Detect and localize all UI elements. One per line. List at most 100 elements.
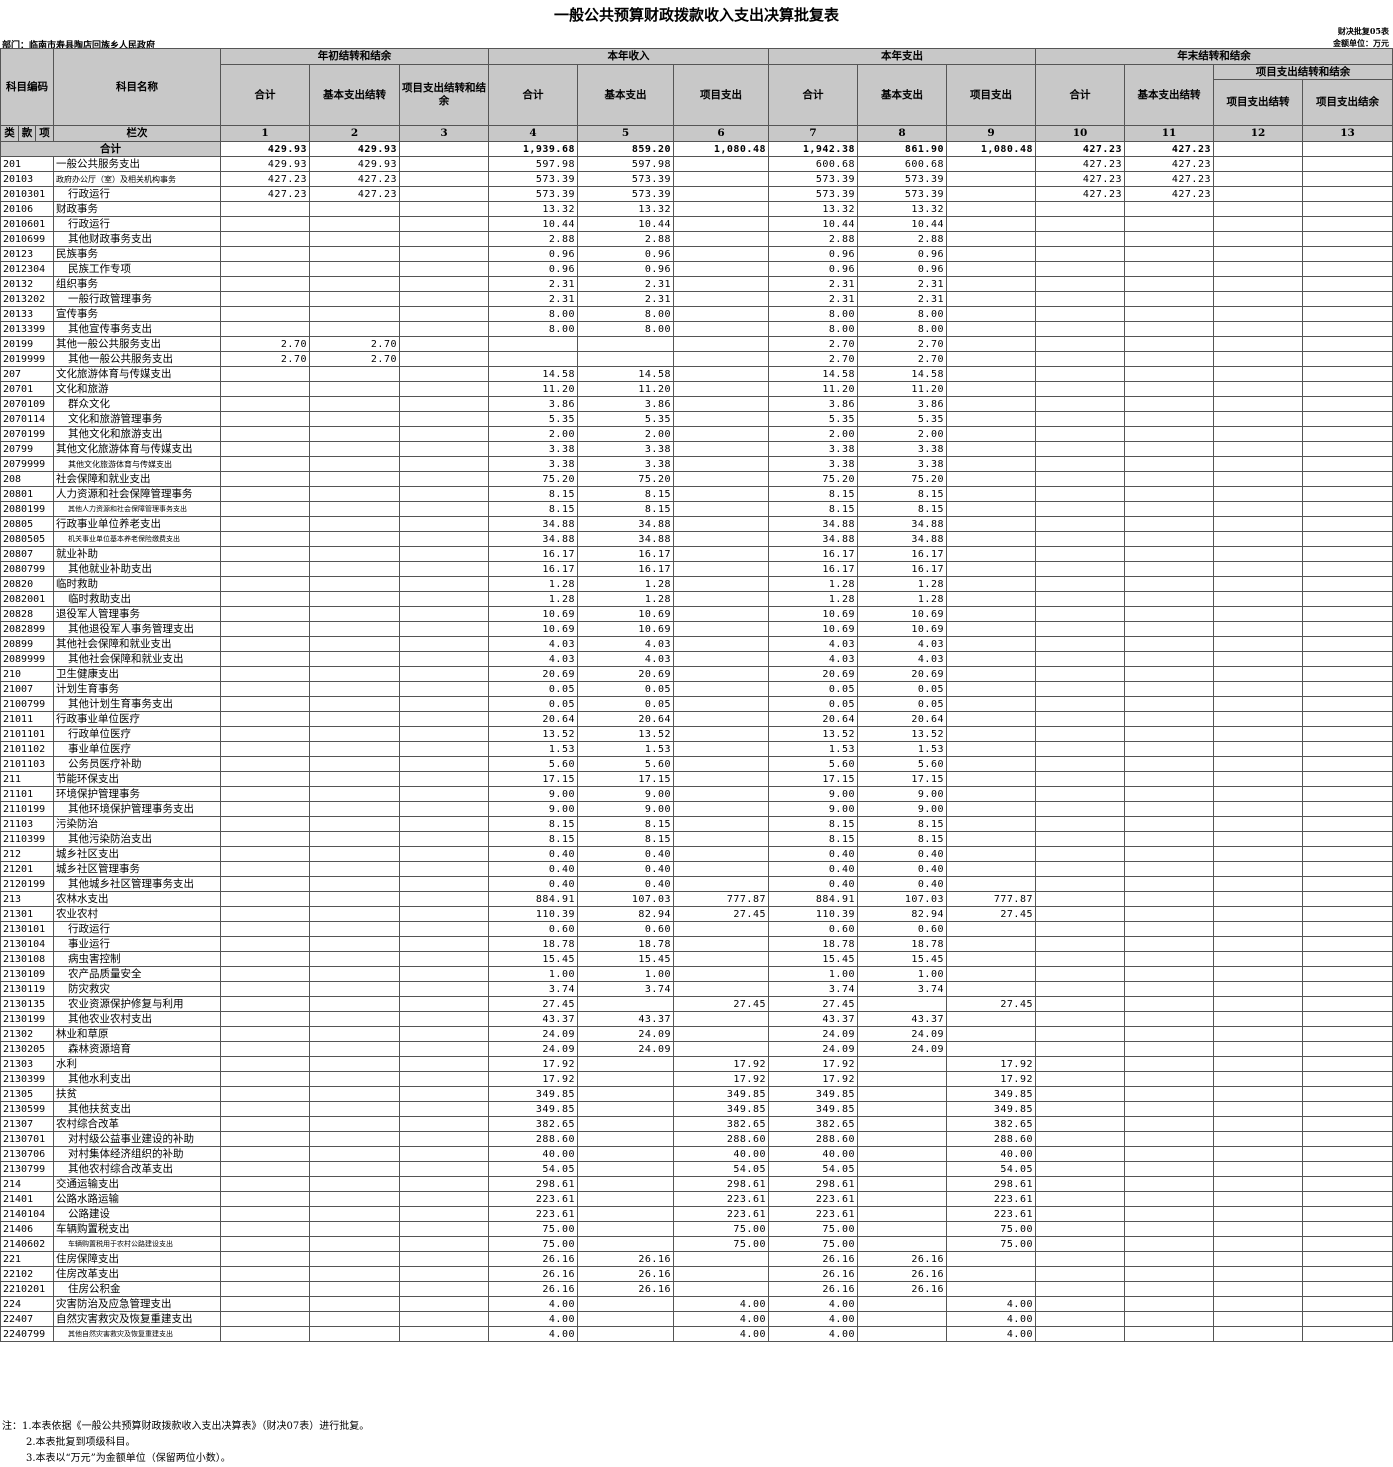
header-kuan: 款 [18, 125, 36, 142]
amount-cell: 43.37 [857, 1011, 947, 1027]
amount-cell [1302, 1206, 1393, 1222]
amount-cell [1124, 636, 1214, 652]
amount-cell: 1.28 [488, 591, 578, 607]
amount-cell: 34.88 [768, 531, 858, 547]
amount-cell [309, 561, 400, 577]
amount-cell: 9.00 [577, 801, 674, 817]
amount-cell: 3.74 [857, 981, 947, 997]
amount-cell [1035, 486, 1125, 502]
subject-code: 21303 [0, 1056, 54, 1072]
amount-cell [946, 471, 1036, 487]
amount-cell: 9.00 [768, 801, 858, 817]
amount-cell [399, 846, 489, 862]
subject-code: 2130108 [0, 951, 54, 967]
amount-cell [399, 1191, 489, 1207]
subject-name: 病虫害控制 [53, 951, 221, 967]
subject-code: 21201 [0, 861, 54, 877]
amount-cell: 17.92 [768, 1056, 858, 1072]
amount-cell [1213, 381, 1303, 397]
table-row: 21201 城乡社区管理事务 0.40 0.40 0.40 0.40 [0, 861, 1393, 877]
amount-cell: 223.61 [946, 1206, 1036, 1222]
amount-cell [399, 831, 489, 847]
amount-cell [946, 321, 1036, 337]
subject-name: 公务员医疗补助 [53, 756, 221, 772]
amount-cell: 0.60 [488, 921, 578, 937]
subject-code: 2130104 [0, 936, 54, 952]
amount-cell: 288.60 [946, 1131, 1036, 1147]
amount-cell [946, 756, 1036, 772]
amount-cell [220, 591, 310, 607]
amount-cell [399, 726, 489, 742]
amount-cell [1035, 1041, 1125, 1057]
table-row: 2010601 行政运行 10.44 10.44 10.44 10.44 [0, 216, 1393, 232]
amount-cell: 288.60 [488, 1131, 578, 1147]
subject-name: 行政单位医疗 [53, 726, 221, 742]
amount-cell [1213, 306, 1303, 322]
amount-cell [399, 1206, 489, 1222]
amount-cell [309, 381, 400, 397]
amount-cell: 429.93 [309, 156, 400, 172]
amount-cell: 427.23 [309, 186, 400, 202]
table-row: 21011 行政事业单位医疗 20.64 20.64 20.64 20.64 [0, 711, 1393, 727]
amount-cell [399, 801, 489, 817]
amount-cell: 884.91 [768, 891, 858, 907]
amount-cell [1213, 1326, 1303, 1342]
amount-cell [399, 1026, 489, 1042]
table-row: 20133 宣传事务 8.00 8.00 8.00 8.00 [0, 306, 1393, 322]
amount-cell: 0.05 [857, 696, 947, 712]
subject-code: 2070199 [0, 426, 54, 442]
amount-cell [1302, 1086, 1393, 1102]
amount-cell: 3.38 [488, 441, 578, 457]
amount-cell [946, 696, 1036, 712]
subject-name: 宣传事务 [53, 306, 221, 322]
amount-cell: 26.16 [768, 1251, 858, 1267]
amount-cell [399, 936, 489, 952]
amount-cell [946, 741, 1036, 757]
amount-cell [946, 1281, 1036, 1297]
amount-cell: 3.38 [857, 456, 947, 472]
amount-cell: 24.09 [857, 1041, 947, 1057]
amount-cell [946, 726, 1036, 742]
amount-cell [1302, 1026, 1393, 1042]
amount-cell [673, 336, 769, 352]
amount-cell [673, 216, 769, 232]
amount-cell [946, 426, 1036, 442]
amount-cell [1035, 246, 1125, 262]
amount-cell [577, 1086, 674, 1102]
amount-cell: 24.09 [488, 1041, 578, 1057]
amount-cell [577, 1206, 674, 1222]
amount-cell: 11.20 [488, 381, 578, 397]
amount-cell [220, 1296, 310, 1312]
amount-cell [309, 1266, 400, 1282]
amount-cell [220, 696, 310, 712]
amount-cell: 573.39 [488, 171, 578, 187]
amount-cell: 75.20 [577, 471, 674, 487]
amount-cell [399, 291, 489, 307]
amount-cell [309, 906, 400, 922]
amount-cell [673, 471, 769, 487]
amount-cell [1213, 396, 1303, 412]
amount-cell [399, 1281, 489, 1297]
amount-cell [1213, 531, 1303, 547]
amount-cell [220, 966, 310, 982]
amount-cell: 349.85 [673, 1086, 769, 1102]
amount-cell: 75.00 [488, 1221, 578, 1237]
amount-cell [220, 516, 310, 532]
amount-cell [1213, 681, 1303, 697]
amount-cell [1302, 546, 1393, 562]
subject-code: 2130199 [0, 1011, 54, 1027]
amount-cell [1035, 846, 1125, 862]
amount-cell [220, 1086, 310, 1102]
amount-cell: 2.70 [309, 336, 400, 352]
amount-cell [220, 936, 310, 952]
amount-cell [1302, 231, 1393, 247]
amount-cell [399, 171, 489, 187]
amount-cell [1213, 921, 1303, 937]
amount-cell [857, 1131, 947, 1147]
subject-code: 207 [0, 366, 54, 382]
amount-cell [309, 306, 400, 322]
amount-cell [577, 1311, 674, 1327]
amount-cell [309, 666, 400, 682]
amount-cell: 16.17 [488, 546, 578, 562]
amount-cell [399, 381, 489, 397]
